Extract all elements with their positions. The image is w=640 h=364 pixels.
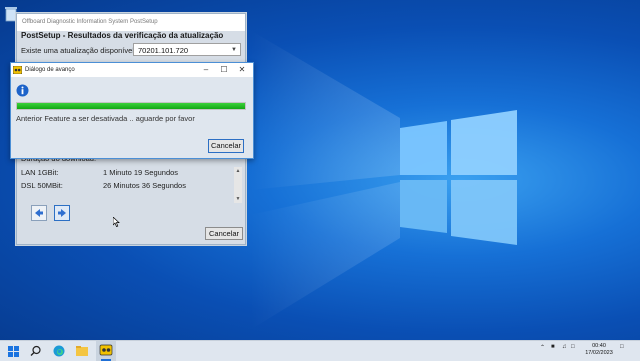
show-desktop-button[interactable] — [634, 341, 640, 361]
version-value: 70201.101.720 — [138, 46, 189, 55]
file-explorer-icon[interactable] — [75, 343, 89, 359]
page-title: PostSetup - Resultados da verificação da… — [21, 31, 224, 40]
vertical-scrollbar[interactable]: ▲ ▼ — [234, 167, 242, 203]
progress-dialog: Diálogo de avanço – ☐ ✕ Anterior Feature… — [10, 62, 254, 159]
taskbar-clock[interactable]: 00:40 17/02/2023 — [582, 343, 616, 357]
scroll-up-icon[interactable]: ▲ — [234, 167, 242, 175]
notification-icon[interactable]: □ — [620, 344, 624, 350]
odis-app-taskbar-button[interactable] — [96, 341, 116, 361]
forward-button[interactable] — [54, 205, 70, 221]
window-title: Offboard Diagnostic Information System P… — [17, 14, 245, 31]
arrow-right-icon — [58, 209, 66, 217]
lan-value: 1 Minuto 19 Segundos — [103, 168, 179, 177]
dsl-label: DSL 50MBit: — [21, 181, 63, 190]
cancel-button[interactable]: Cancelar — [205, 227, 243, 240]
minimize-icon[interactable]: – — [197, 63, 215, 77]
dsl-value: 26 Minutos 36 Segundos — [103, 181, 186, 190]
dialog-titlebar: Diálogo de avanço – ☐ ✕ — [11, 63, 253, 77]
edge-icon[interactable] — [52, 343, 66, 359]
close-icon[interactable]: ✕ — [233, 63, 251, 77]
arrow-left-icon — [35, 209, 43, 217]
language-icon[interactable]: □ — [571, 344, 575, 350]
app-icon — [13, 66, 22, 74]
update-available-label: Existe uma atualização disponível. — [21, 46, 137, 55]
dialog-title: Diálogo de avanço — [25, 67, 75, 73]
clock-date: 17/02/2023 — [585, 350, 613, 356]
search-icon[interactable] — [29, 343, 43, 359]
version-select[interactable]: 70201.101.720 ▼ — [133, 43, 241, 56]
lan-label: LAN 1GBit: — [21, 168, 59, 177]
scroll-down-icon[interactable]: ▼ — [234, 195, 242, 203]
maximize-icon[interactable]: ☐ — [215, 63, 233, 77]
active-indicator — [101, 359, 111, 361]
back-button[interactable] — [31, 205, 47, 221]
chevron-up-icon[interactable]: ⌃ — [540, 344, 545, 351]
mouse-cursor-icon — [113, 217, 120, 227]
network-icon[interactable]: ■ — [551, 344, 555, 350]
progress-fill — [17, 103, 245, 109]
odis-app-icon — [99, 344, 113, 356]
dialog-cancel-button[interactable]: Cancelar — [208, 139, 244, 153]
download-duration-panel: Duração do download: LAN 1GBit: 1 Minuto… — [21, 154, 243, 200]
windows-start-icon[interactable] — [6, 343, 20, 359]
chevron-down-icon: ▼ — [231, 47, 237, 53]
progress-message: Anterior Feature a ser desativada .. agu… — [16, 114, 195, 123]
taskbar: ⌃ ■ ♫ □ 00:40 17/02/2023 □ — [0, 340, 640, 361]
clock-time: 00:40 — [592, 343, 606, 349]
progress-bar — [16, 102, 246, 110]
volume-icon[interactable]: ♫ — [562, 344, 567, 350]
info-icon — [16, 84, 29, 97]
